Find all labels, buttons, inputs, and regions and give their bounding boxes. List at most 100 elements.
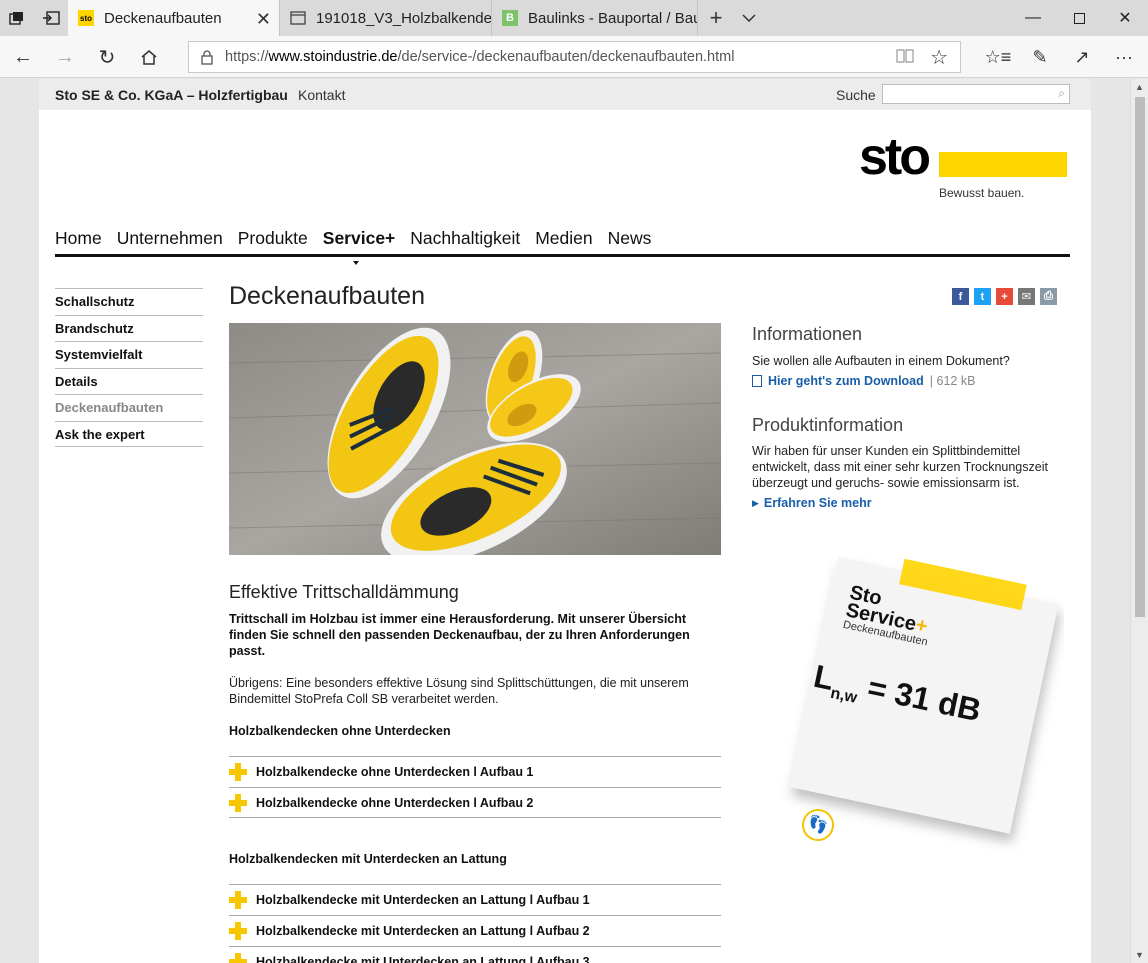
twitter-icon[interactable]: t xyxy=(974,288,991,305)
sidebar-item-deckenaufbauten[interactable]: Deckenaufbauten xyxy=(55,394,203,421)
search-label: Suche xyxy=(836,87,876,103)
url-path: /de/service-/deckenaufbauten/deckenaufba… xyxy=(397,49,735,65)
tab-baulinks[interactable]: B Baulinks - Bauportal / Baum xyxy=(492,0,698,36)
contact-link[interactable]: Kontakt xyxy=(298,87,345,103)
sidebar-item-systemvielfalt[interactable]: Systemvielfalt xyxy=(55,341,203,368)
new-tab-icon[interactable]: + xyxy=(698,0,734,36)
email-icon[interactable]: ✉ xyxy=(1018,288,1035,305)
document-favicon-icon xyxy=(290,10,306,26)
reading-view-icon[interactable] xyxy=(896,48,914,68)
page-title: Deckenaufbauten xyxy=(229,282,425,310)
nav-service[interactable]: Service+ xyxy=(323,227,395,265)
accordion-label: Holzbalkendecke mit Unterdecken an Lattu… xyxy=(256,924,590,938)
accordion-label: Holzbalkendecke ohne Unterdecken l Aufba… xyxy=(256,765,534,779)
print-icon[interactable]: ⎙ xyxy=(1040,288,1057,305)
address-bar[interactable]: https://www.stoindustrie.de/de/service-/… xyxy=(188,41,961,73)
share-icon[interactable]: ↗ xyxy=(1068,44,1096,70)
chevron-down-icon[interactable] xyxy=(734,0,764,36)
back-icon[interactable]: ← xyxy=(8,44,38,70)
hero-image-shoes xyxy=(229,323,721,555)
close-window-icon[interactable]: ✕ xyxy=(1102,0,1148,36)
scroll-up-icon[interactable]: ▲ xyxy=(1131,79,1148,95)
sidebar-item-brandschutz[interactable]: Brandschutz xyxy=(55,314,203,342)
tab-holzbalkendeck[interactable]: 191018_V3_Holzbalkendeck xyxy=(280,0,492,36)
service-note-graphic: Sto Service+ Deckenaufbauten Ln,w = 31 d… xyxy=(774,556,1064,847)
vertical-scrollbar[interactable]: ▲ ▼ xyxy=(1130,79,1148,963)
window-controls: — ✕ xyxy=(1010,0,1148,36)
minimize-icon[interactable]: — xyxy=(1010,0,1056,36)
logo-yellow-bar xyxy=(939,152,1067,177)
group-title-ohne-unterdecken: Holzbalkendecken ohne Unterdecken xyxy=(229,724,451,738)
url-host: www.stoindustrie.de xyxy=(268,49,398,65)
plus-icon xyxy=(229,891,247,909)
search-icon[interactable]: ⌕ xyxy=(1058,86,1065,101)
accordion-item[interactable]: Holzbalkendecke mit Unterdecken an Lattu… xyxy=(229,884,721,915)
web-page: Sto SE & Co. KGaA – Holzfertigbau Kontak… xyxy=(39,79,1091,963)
plus-icon xyxy=(229,793,247,812)
forward-icon[interactable]: → xyxy=(50,44,80,70)
document-icon xyxy=(752,375,762,387)
body-paragraph: Übrigens: Eine besonders effektive Lösun… xyxy=(229,676,689,706)
nav-medien[interactable]: Medien xyxy=(535,227,592,254)
web-viewport: Sto SE & Co. KGaA – Holzfertigbau Kontak… xyxy=(0,79,1130,963)
meta-bar: Sto SE & Co. KGaA – Holzfertigbau Kontak… xyxy=(39,79,1091,110)
address-toolbar: ← → ↻ https://www.stoindustrie.de/de/ser… xyxy=(0,36,1148,78)
accordion-item[interactable]: Holzbalkendecke mit Unterdecken an Lattu… xyxy=(229,915,721,946)
browser-tools: ☆≡ ✎ ↗ ··· xyxy=(984,44,1138,70)
download-link-label: Hier geht's zum Download xyxy=(768,374,924,388)
tab-title: 191018_V3_Holzbalkendeck xyxy=(316,9,492,27)
logo-claim: Bewusst bauen. xyxy=(939,186,1025,200)
sidebar-item-ask-the-expert[interactable]: Ask the expert xyxy=(55,420,203,447)
accordion-item[interactable]: Holzbalkendecke ohne Unterdecken l Aufba… xyxy=(229,787,721,818)
favorites-hub-icon[interactable]: ☆≡ xyxy=(984,44,1012,70)
scroll-down-icon[interactable]: ▼ xyxy=(1131,947,1148,963)
baulinks-favicon-icon: B xyxy=(502,10,518,26)
maximize-icon[interactable] xyxy=(1056,0,1102,36)
refresh-icon[interactable]: ↻ xyxy=(92,44,122,70)
section-heading: Effektive Trittschalldämmung xyxy=(229,582,459,602)
plus-icon xyxy=(229,922,247,940)
url-scheme: https:// xyxy=(225,49,269,65)
accordion-item[interactable]: Holzbalkendecke ohne Unterdecken l Aufba… xyxy=(229,756,721,787)
nav-home[interactable]: Home xyxy=(55,227,102,254)
tab-title: Deckenaufbauten xyxy=(104,9,222,27)
info-text: Sie wollen alle Aufbauten in einem Dokum… xyxy=(752,354,1010,368)
tab-deckenaufbauten[interactable]: sto Deckenaufbauten ✕ xyxy=(68,0,280,36)
download-size: | 612 kB xyxy=(929,374,976,388)
sidebar-item-details[interactable]: Details xyxy=(55,367,203,395)
sidebar-item-schallschutz[interactable]: Schallschutz xyxy=(55,288,203,315)
nav-nachhaltigkeit[interactable]: Nachhaltigkeit xyxy=(410,227,520,254)
share-icons: f t + ✉ ⎙ xyxy=(952,288,1057,305)
arrow-right-icon: ▶ xyxy=(752,497,759,508)
set-tabs-aside-icon[interactable] xyxy=(34,0,68,36)
sto-logo[interactable]: sto xyxy=(859,131,931,183)
accordion-item[interactable]: Holzbalkendecke mit Unterdecken an Lattu… xyxy=(229,946,721,963)
scrollbar-thumb[interactable] xyxy=(1135,97,1145,617)
plus-share-icon[interactable]: + xyxy=(996,288,1013,305)
nav-news[interactable]: News xyxy=(608,227,652,254)
lead-text: Trittschall im Holzbau ist immer eine He… xyxy=(229,612,690,658)
product-text: Wir haben für unser Kunden ein Splittbin… xyxy=(752,444,1048,490)
main-navigation: Home Unternehmen Produkte Service+ Nachh… xyxy=(55,227,1070,265)
plus-icon xyxy=(229,763,247,781)
pen-note-icon[interactable]: ✎ xyxy=(1026,44,1054,70)
tab-actions-icon[interactable] xyxy=(0,0,34,36)
favorite-star-icon[interactable]: ☆ xyxy=(930,45,948,70)
nav-unternehmen[interactable]: Unternehmen xyxy=(117,227,223,254)
sto-favicon-icon: sto xyxy=(78,10,94,26)
more-link[interactable]: ▶ Erfahren Sie mehr xyxy=(752,496,872,510)
accordion-label: Holzbalkendecke mit Unterdecken an Lattu… xyxy=(256,893,590,907)
home-icon[interactable] xyxy=(134,44,164,70)
nav-produkte[interactable]: Produkte xyxy=(238,227,308,254)
group-title-mit-unterdecken: Holzbalkendecken mit Unterdecken an Latt… xyxy=(229,852,507,866)
more-menu-icon[interactable]: ··· xyxy=(1110,44,1138,70)
accordion-ohne-unterdecken: Holzbalkendecke ohne Unterdecken l Aufba… xyxy=(229,756,721,818)
search-input[interactable]: ⌕ xyxy=(882,84,1070,104)
company-name: Sto SE & Co. KGaA – Holzfertigbau xyxy=(55,87,288,103)
browser-tab-bar: sto Deckenaufbauten ✕ 191018_V3_Holzbalk… xyxy=(0,0,1148,36)
download-link[interactable]: Hier geht's zum Download | 612 kB xyxy=(752,374,975,388)
more-link-label: Erfahren Sie mehr xyxy=(763,496,872,510)
close-tab-icon[interactable]: ✕ xyxy=(256,9,271,30)
tab-title: Baulinks - Bauportal / Baum xyxy=(528,9,698,27)
facebook-icon[interactable]: f xyxy=(952,288,969,305)
